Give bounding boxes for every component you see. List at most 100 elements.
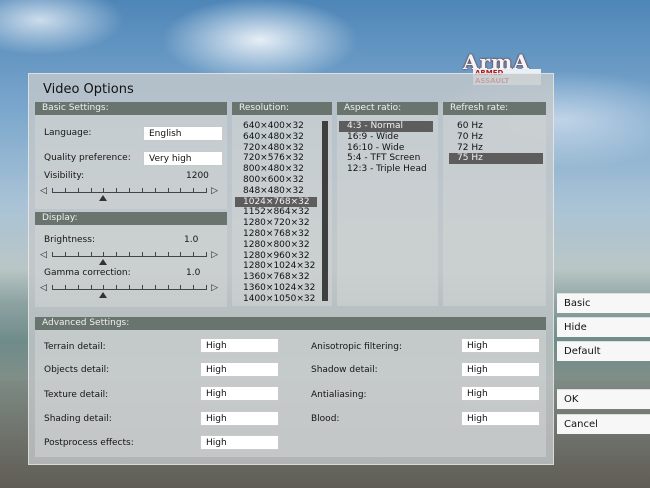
language-select[interactable]: English — [143, 126, 223, 141]
resolution-item[interactable]: 800×600×32 — [235, 175, 317, 186]
brightness-label: Brightness: — [44, 235, 95, 245]
slider-tick — [103, 252, 104, 257]
slider-tick — [103, 285, 104, 290]
postprocess-effects-label: Postprocess effects: — [44, 438, 134, 448]
resolution-item[interactable]: 848×480×32 — [235, 186, 317, 197]
refresh-rate-item[interactable]: 70 Hz — [449, 132, 543, 143]
resolution-item[interactable]: 720×480×32 — [235, 143, 317, 154]
resolution-list[interactable]: 640×400×32 640×480×32 720×480×32 720×576×32… — [235, 121, 317, 301]
aspect-ratio-item[interactable]: 16:10 - Wide — [339, 143, 433, 154]
shading-detail-label: Shading detail: — [44, 414, 112, 424]
refresh-rate-item[interactable]: 75 Hz — [449, 153, 543, 165]
slider-tick — [142, 188, 143, 193]
refresh-rate-item[interactable]: 60 Hz — [449, 121, 543, 132]
slider-tick — [193, 285, 194, 290]
visibility-label: Visibility: — [44, 171, 85, 181]
slider-tick — [116, 252, 117, 257]
anisotropic-filtering-select[interactable]: High — [461, 338, 540, 353]
slider-tick — [116, 285, 117, 290]
slider-tick — [193, 252, 194, 257]
slider-tick — [193, 188, 194, 193]
slider-tick — [65, 188, 66, 193]
hide-button[interactable]: Hide — [557, 317, 650, 337]
advanced-settings-header: Advanced Settings: — [35, 317, 546, 330]
slider-tick — [206, 188, 207, 193]
gamma-correction-slider[interactable]: ◁ ▷ — [40, 282, 218, 298]
ok-button[interactable]: OK — [557, 389, 650, 409]
slider-tick — [155, 252, 156, 257]
slider-right-arrow-icon[interactable]: ▷ — [211, 283, 218, 293]
resolution-header: Resolution: — [232, 102, 332, 115]
resolution-item[interactable]: 720×576×32 — [235, 153, 317, 164]
refresh-rate-item[interactable]: 72 Hz — [449, 143, 543, 154]
shadow-detail-label: Shadow detail: — [311, 365, 378, 375]
shadow-detail-select[interactable]: High — [461, 362, 540, 377]
refresh-rate-header: Refresh rate: — [443, 102, 546, 115]
resolution-scrollbar[interactable] — [322, 121, 328, 301]
brightness-slider[interactable]: ◁ ▷ — [40, 249, 218, 265]
slider-tick — [129, 252, 130, 257]
blood-select[interactable]: High — [461, 411, 540, 426]
resolution-item[interactable]: 1360×1024×32 — [235, 283, 317, 294]
resolution-item[interactable]: 1280×960×32 — [235, 251, 317, 262]
window-title: Video Options — [43, 82, 134, 97]
slider-tick — [78, 252, 79, 257]
resolution-item[interactable]: 1024×768×32 — [235, 196, 317, 208]
slider-tick — [142, 252, 143, 257]
resolution-item[interactable]: 640×400×32 — [235, 121, 317, 132]
resolution-item[interactable]: 1280×768×32 — [235, 229, 317, 240]
texture-detail-label: Texture detail: — [44, 390, 109, 400]
slider-tick — [168, 252, 169, 257]
aspect-ratio-item[interactable]: 12:3 - Triple Head — [339, 164, 433, 175]
quality-preference-select[interactable]: Very high — [143, 151, 223, 166]
language-label: Language: — [44, 128, 92, 138]
gamma-correction-value: 1.0 — [186, 268, 201, 278]
shading-detail-select[interactable]: High — [200, 411, 279, 426]
slider-thumb[interactable] — [99, 259, 107, 265]
antialiasing-select[interactable]: High — [461, 386, 540, 401]
slider-tick — [52, 252, 53, 257]
terrain-detail-select[interactable]: High — [200, 338, 279, 353]
aspect-ratio-header: Aspect ratio: — [337, 102, 438, 115]
slider-right-arrow-icon[interactable]: ▷ — [211, 186, 218, 196]
slider-left-arrow-icon[interactable]: ◁ — [40, 186, 47, 196]
basic-settings-header: Basic Settings: — [35, 102, 227, 115]
gamma-correction-label: Gamma correction: — [44, 268, 131, 278]
aspect-ratio-item[interactable]: 16:9 - Wide — [339, 132, 433, 143]
slider-right-arrow-icon[interactable]: ▷ — [211, 250, 218, 260]
postprocess-effects-select[interactable]: High — [200, 435, 279, 450]
aspect-ratio-item[interactable]: 4:3 - Normal — [339, 121, 433, 132]
objects-detail-label: Objects detail: — [44, 365, 110, 375]
default-button[interactable]: Default — [557, 341, 650, 361]
resolution-item[interactable]: 1280×720×32 — [235, 218, 317, 229]
resolution-item[interactable]: 1400×1050×32 — [235, 294, 317, 301]
objects-detail-select[interactable]: High — [200, 362, 279, 377]
resolution-item[interactable]: 640×480×32 — [235, 132, 317, 143]
slider-tick — [180, 188, 181, 193]
slider-tick — [129, 285, 130, 290]
slider-thumb[interactable] — [99, 292, 107, 298]
slider-tick — [78, 285, 79, 290]
resolution-item[interactable]: 1152×864×32 — [235, 207, 317, 218]
slider-tick — [206, 285, 207, 290]
texture-detail-select[interactable]: High — [200, 386, 279, 401]
visibility-slider[interactable]: ◁ ▷ — [40, 185, 218, 201]
slider-tick — [116, 188, 117, 193]
aspect-ratio-item[interactable]: 5:4 - TFT Screen — [339, 153, 433, 164]
slider-tick — [78, 188, 79, 193]
refresh-rate-list[interactable]: 60 Hz 70 Hz 72 Hz 75 Hz — [449, 121, 543, 165]
slider-tick — [52, 285, 53, 290]
cancel-button[interactable]: Cancel — [557, 414, 650, 434]
resolution-item[interactable]: 1280×800×32 — [235, 240, 317, 251]
resolution-item[interactable]: 800×480×32 — [235, 164, 317, 175]
resolution-item[interactable]: 1360×768×32 — [235, 272, 317, 283]
slider-left-arrow-icon[interactable]: ◁ — [40, 283, 47, 293]
slider-left-arrow-icon[interactable]: ◁ — [40, 250, 47, 260]
basic-button[interactable]: Basic — [557, 293, 650, 313]
resolution-item[interactable]: 1280×1024×32 — [235, 261, 317, 272]
slider-thumb[interactable] — [99, 195, 107, 201]
visibility-value: 1200 — [186, 171, 209, 181]
slider-tick — [142, 285, 143, 290]
slider-tick — [129, 188, 130, 193]
aspect-ratio-list[interactable]: 4:3 - Normal 16:9 - Wide 16:10 - Wide 5:4 -… — [339, 121, 433, 175]
